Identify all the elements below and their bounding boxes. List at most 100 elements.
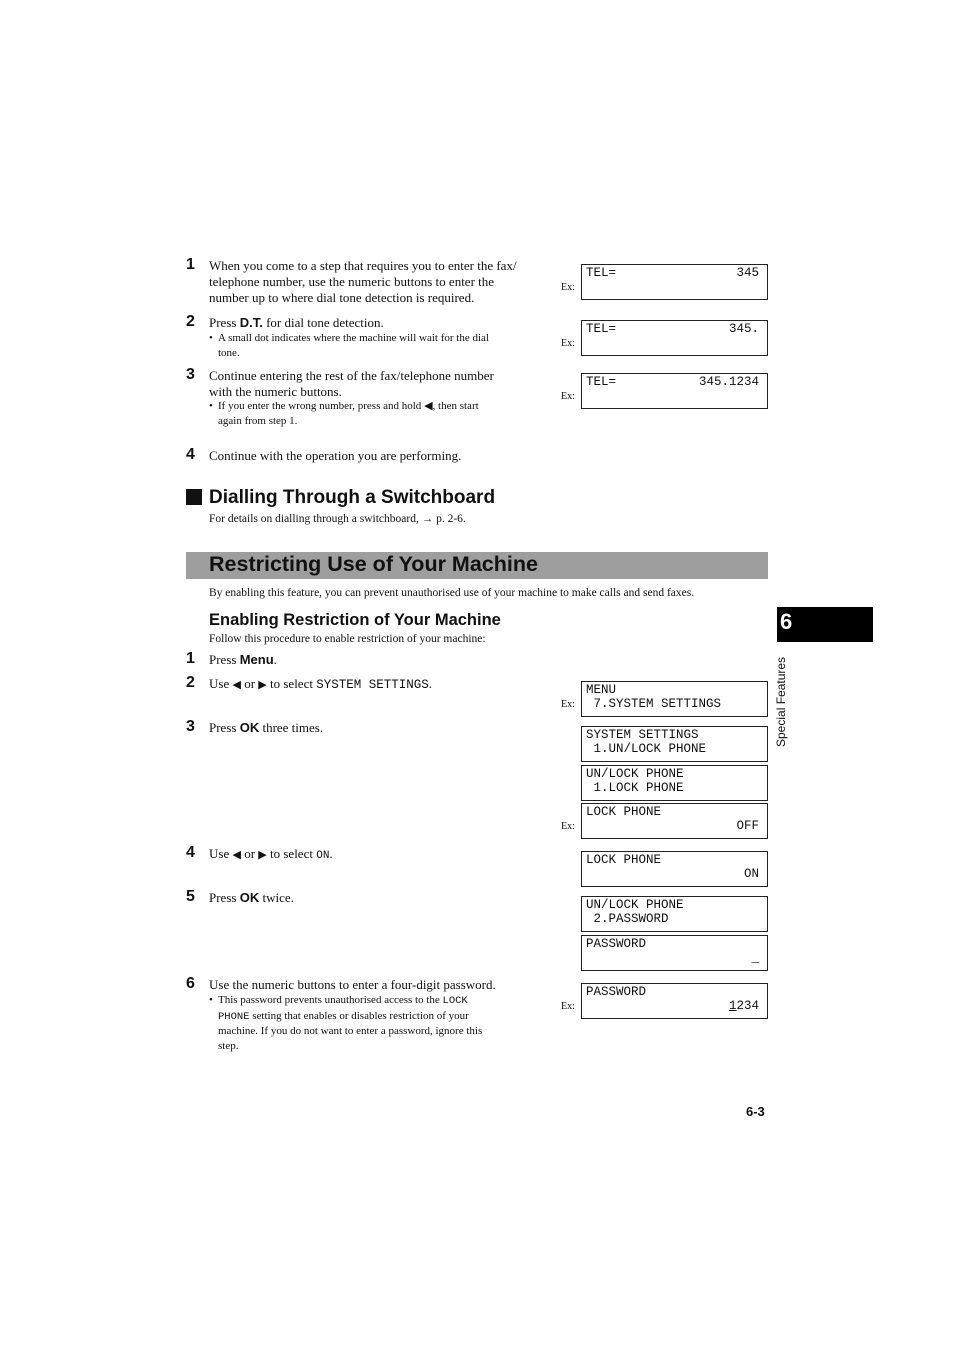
lcd-line: TEL= <box>586 322 617 336</box>
text-line: number up to where dial tone detection i… <box>209 290 475 305</box>
text: . <box>273 652 277 667</box>
lcd-display: UN/LOCK PHONE 2.PASSWORD <box>581 896 768 932</box>
text-line: with the numeric buttons. <box>209 384 342 399</box>
lcd-display: TEL= 345 <box>581 264 768 300</box>
text: Use <box>209 676 233 691</box>
lcd-display: LOCK PHONE ON <box>581 851 768 887</box>
example-label: Ex: <box>561 338 575 349</box>
step-2-text: Press D.T. for dial tone detection. <box>209 315 384 331</box>
text: Press <box>209 720 240 735</box>
lcd-line: LOCK PHONE <box>586 853 662 867</box>
text-line: A small dot indicates where the machine … <box>218 332 489 344</box>
text: Press <box>209 315 240 330</box>
step-number: 3 <box>186 718 195 735</box>
text-line: Continue entering the rest of the fax/te… <box>209 368 494 383</box>
example-label: Ex: <box>561 391 575 402</box>
text: to select <box>266 676 317 691</box>
text: Press <box>209 652 240 667</box>
lcd-line: TEL= <box>586 266 617 280</box>
text: . <box>329 846 333 861</box>
chapter-tab: 6 <box>777 607 873 642</box>
code-text: LOCK <box>442 995 468 1007</box>
lcd-display: TEL= 345.1234 <box>581 373 768 409</box>
lcd-line: UN/LOCK PHONE <box>586 767 684 781</box>
example-label: Ex: <box>561 821 575 832</box>
text-line: machine. If you do not want to enter a p… <box>218 1025 483 1037</box>
text: for dial tone detection. <box>262 315 384 330</box>
lcd-line: TEL= <box>586 375 617 389</box>
lcd-value: 345 <box>736 266 759 280</box>
square-bullet-icon <box>186 489 202 505</box>
code-text: SYSTEM SETTINGS <box>316 678 429 692</box>
lcd-line: SYSTEM SETTINGS <box>586 728 699 742</box>
text-line: telephone number, use the numeric button… <box>209 274 495 289</box>
r-step-6-bullet: • This password prevents unauthorised ac… <box>209 993 548 1053</box>
key-ok: OK <box>239 720 260 735</box>
switchboard-text: For details on dialling through a switch… <box>209 513 466 525</box>
lcd-value: OFF <box>736 819 759 833</box>
chapter-label: Special Features <box>774 656 788 747</box>
step-4-text: Continue with the operation you are perf… <box>209 448 462 463</box>
text: or <box>240 676 259 691</box>
lcd-line: 7.SYSTEM SETTINGS <box>586 697 722 711</box>
code-text: ON <box>316 850 330 862</box>
text-line: step. <box>218 1039 239 1052</box>
switchboard-heading: Dialling Through a Switchboard <box>209 487 496 508</box>
lcd-cursor: _ <box>751 951 759 965</box>
restrict-intro: By enabling this feature, you can preven… <box>209 587 695 599</box>
left-arrow-icon: ◀ <box>232 678 241 691</box>
lcd-display: PASSWORD 1234 <box>581 983 768 1019</box>
lcd-display: SYSTEM SETTINGS 1.UN/LOCK PHONE <box>581 726 768 762</box>
right-arrow-icon: ▶ <box>258 848 267 861</box>
code-text: PHONE <box>218 1010 250 1023</box>
text: twice. <box>259 890 294 905</box>
step-3-bullet: • If you enter the wrong number, press a… <box>209 399 548 428</box>
step-number: 5 <box>186 888 195 905</box>
step-number: 6 <box>186 975 195 992</box>
lcd-value: ON <box>743 867 759 881</box>
banner-title: Restricting Use of Your Machine <box>209 552 538 576</box>
lcd-value: 1234 <box>729 999 759 1013</box>
lcd-line: 2.PASSWORD <box>586 912 669 926</box>
section-banner: Restricting Use of Your Machine <box>186 552 768 579</box>
lcd-display: MENU 7.SYSTEM SETTINGS <box>581 681 768 717</box>
right-arrow-icon: ▶ <box>258 678 267 691</box>
lcd-value: 345. <box>728 322 759 336</box>
text: to select <box>266 846 317 861</box>
lcd-value: 345.1234 <box>698 375 759 389</box>
lcd-display: LOCK PHONE OFF <box>581 803 768 839</box>
r-step-4-text: Use ◀ or ▶ to select ON. <box>209 846 333 864</box>
text-line: again from step 1. <box>218 414 298 427</box>
text: Use <box>209 846 233 861</box>
step-number: 2 <box>186 674 195 691</box>
lcd-line: 1.UN/LOCK PHONE <box>586 742 707 756</box>
text: . <box>428 676 432 691</box>
key-menu: Menu <box>239 652 274 667</box>
text-line: tone. <box>218 346 240 359</box>
lcd-line: PASSWORD <box>586 937 647 951</box>
subintro: Follow this procedure to enable restrict… <box>209 633 486 645</box>
lcd-display: UN/LOCK PHONE 1.LOCK PHONE <box>581 765 768 801</box>
text-line: When you come to a step that requires yo… <box>209 258 517 273</box>
step-1-text: When you come to a step that requires yo… <box>209 258 549 306</box>
r-step-1-text: Press Menu. <box>209 652 277 668</box>
step-number: 3 <box>186 366 195 383</box>
r-step-2-text: Use ◀ or ▶ to select SYSTEM SETTINGS. <box>209 676 432 693</box>
lcd-line: LOCK PHONE <box>586 805 662 819</box>
step-number: 4 <box>186 844 195 861</box>
lcd-line: PASSWORD <box>586 985 647 999</box>
lcd-line: 1.LOCK PHONE <box>586 781 684 795</box>
step-number: 4 <box>186 446 195 463</box>
lcd-line: MENU <box>586 683 617 697</box>
text: setting that enables or disables restric… <box>249 1009 469 1022</box>
text: Press <box>209 890 240 905</box>
text: If you enter the wrong number, press and… <box>218 400 425 412</box>
text: three times. <box>259 720 324 735</box>
r-step-5-text: Press OK twice. <box>209 890 294 906</box>
step-number: 1 <box>186 650 195 667</box>
key-ok: OK <box>239 890 260 905</box>
step-number: 2 <box>186 313 195 330</box>
lcd-display: PASSWORD _ <box>581 935 768 971</box>
subheading: Enabling Restriction of Your Machine <box>209 611 501 629</box>
example-label: Ex: <box>561 699 575 710</box>
